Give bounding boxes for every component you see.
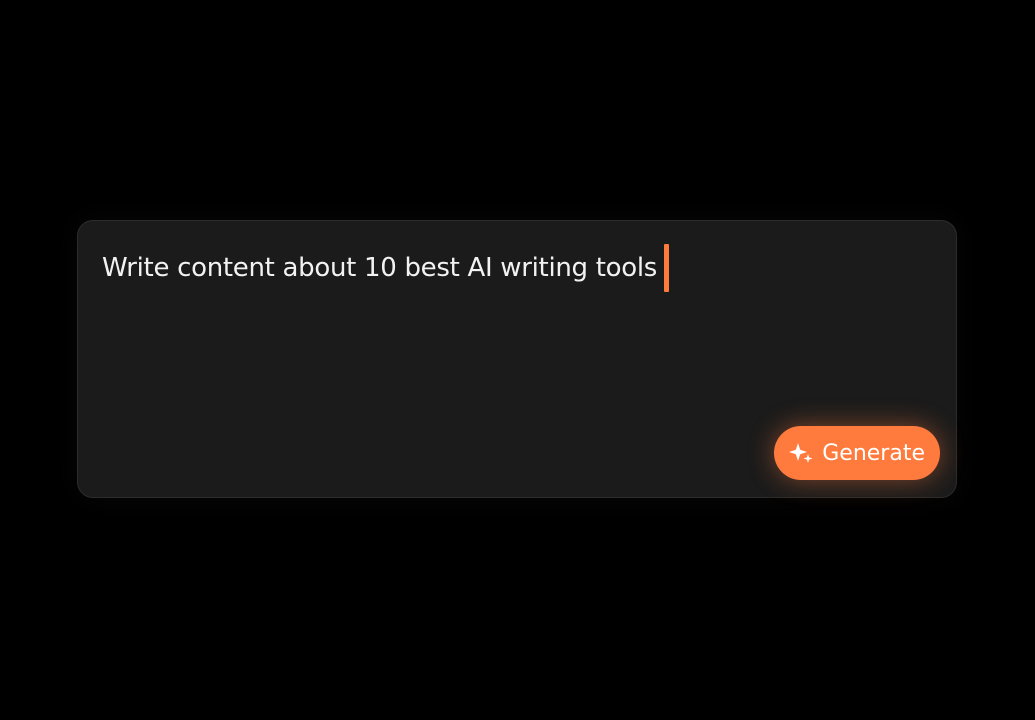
prompt-text: Write content about 10 best AI writing t… <box>102 253 657 283</box>
text-caret <box>664 244 669 292</box>
generate-button-label: Generate <box>822 440 925 466</box>
prompt-input-card[interactable]: Write content about 10 best AI writing t… <box>77 220 957 498</box>
sparkle-icon <box>788 440 814 466</box>
page-background: Write content about 10 best AI writing t… <box>0 0 1035 720</box>
prompt-text-area[interactable]: Write content about 10 best AI writing t… <box>102 243 669 293</box>
generate-button[interactable]: Generate <box>774 426 940 480</box>
